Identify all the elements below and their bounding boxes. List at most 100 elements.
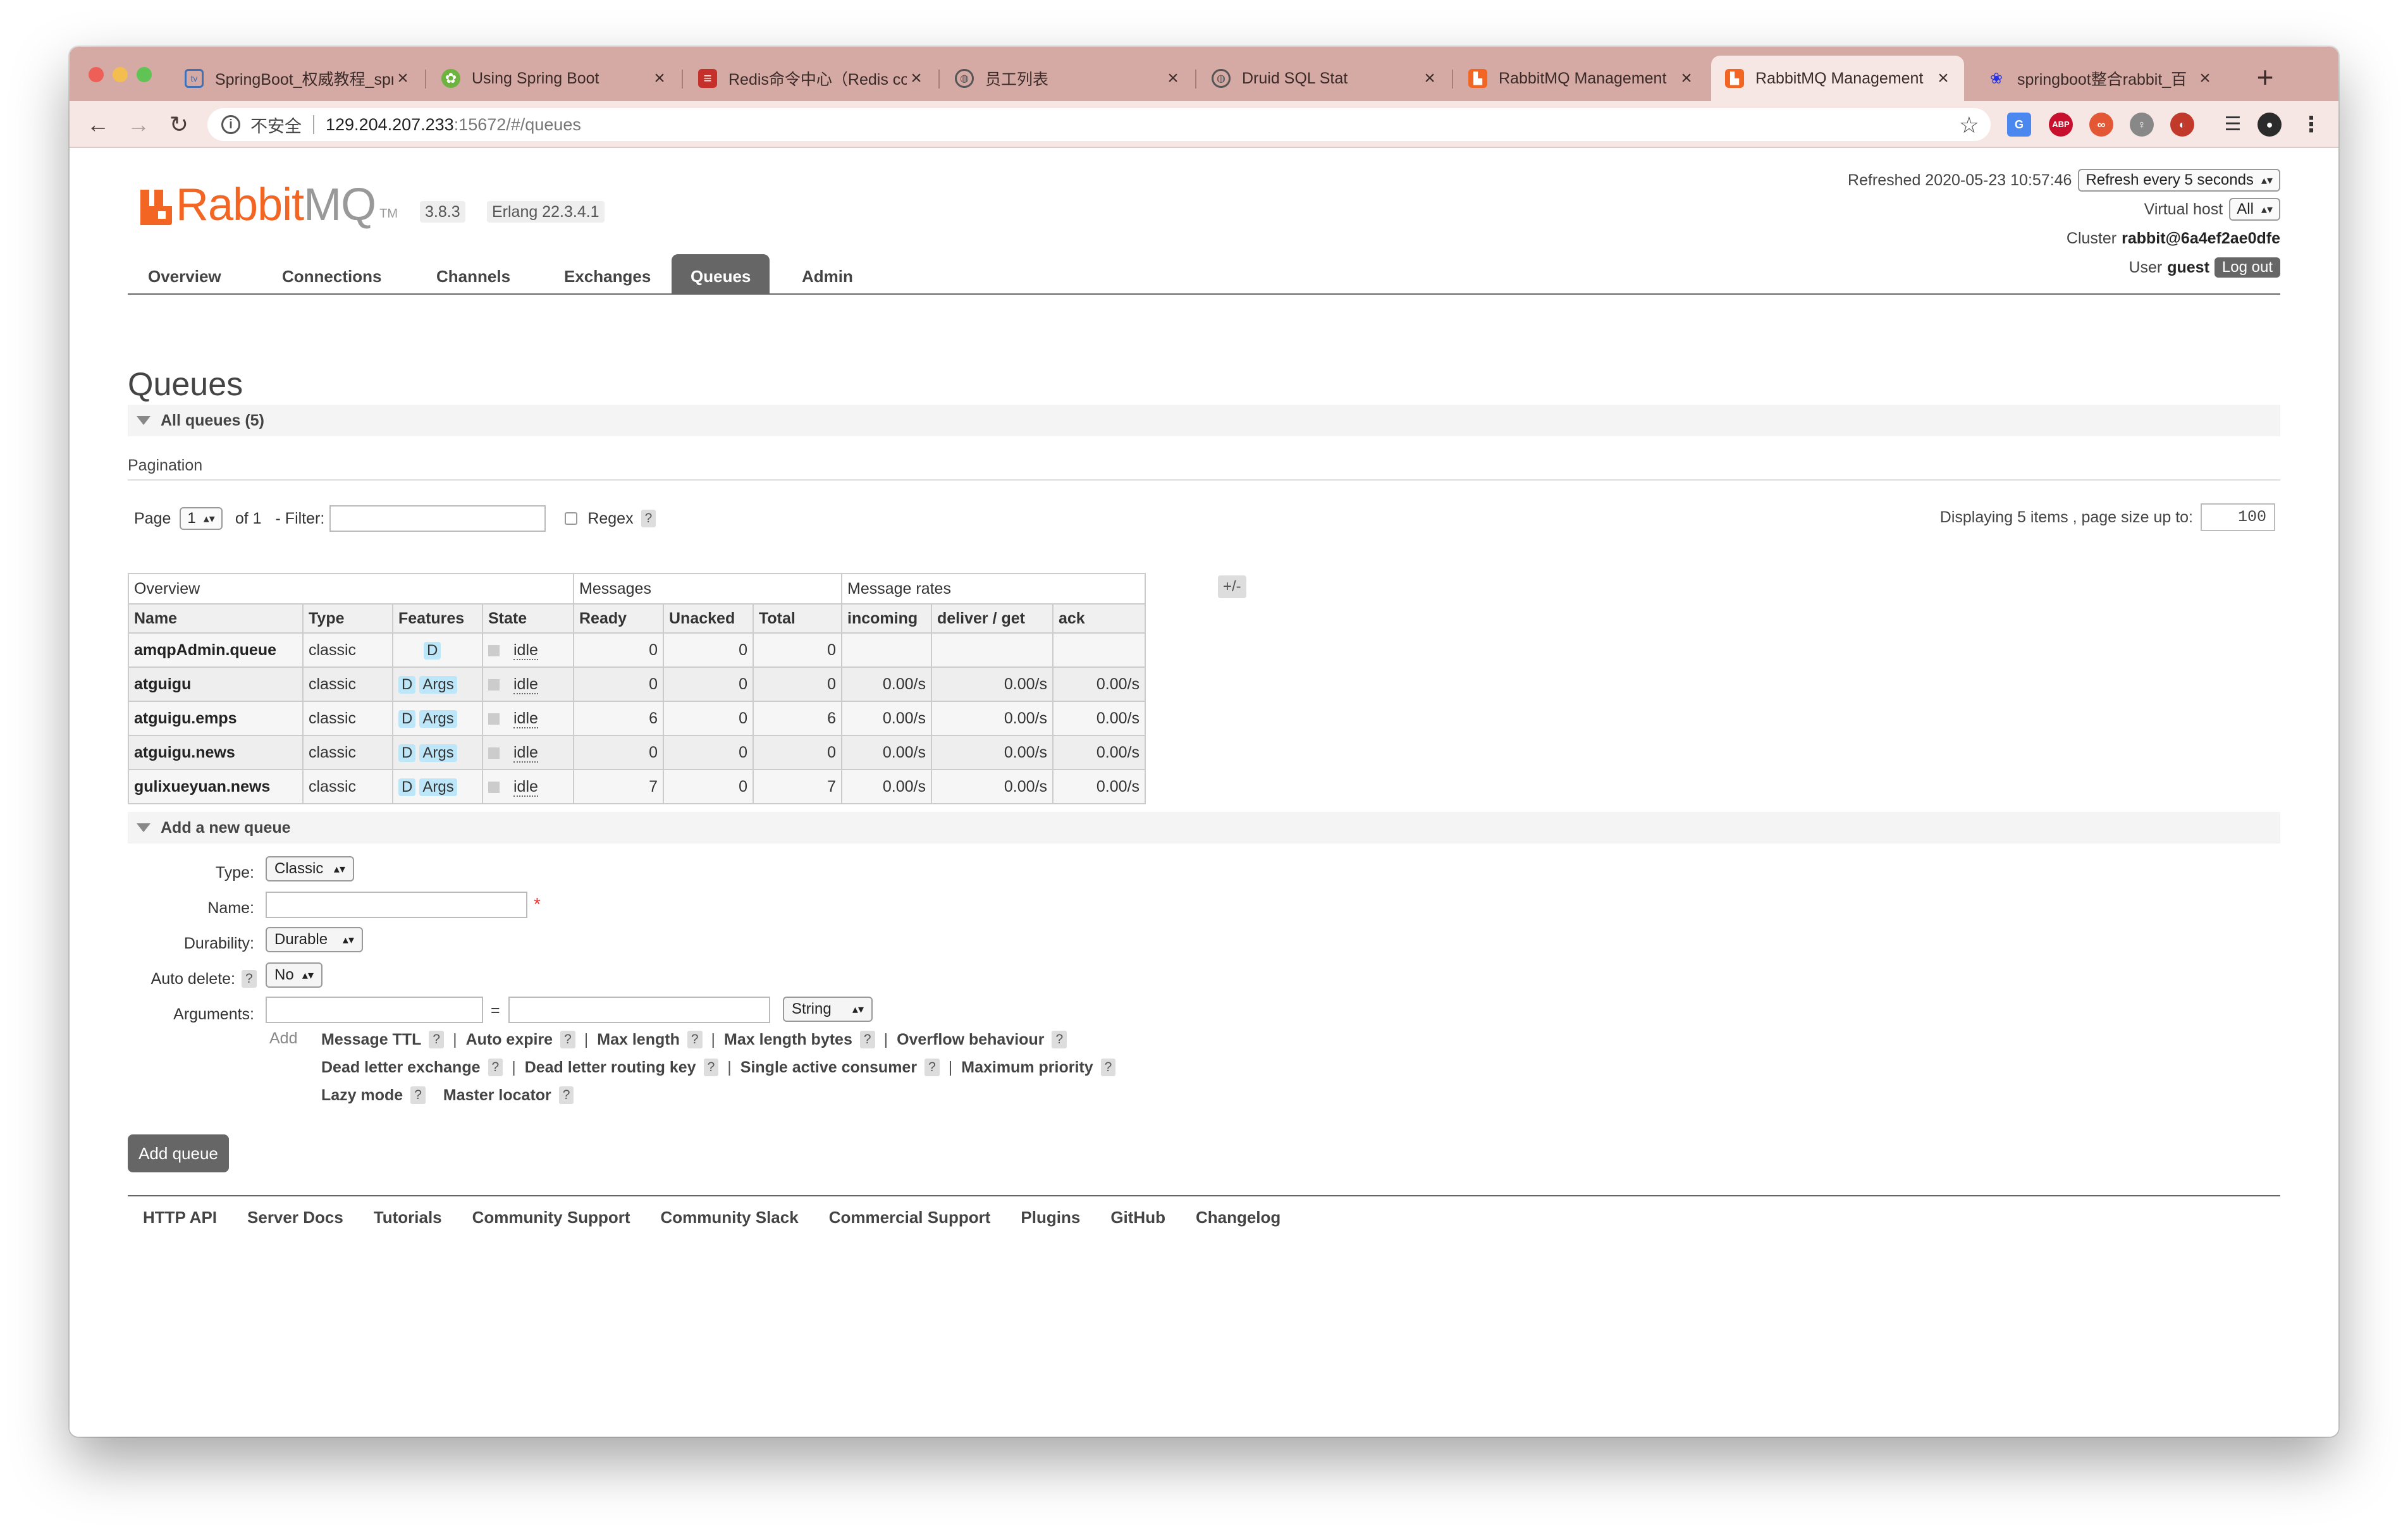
queue-name[interactable]: gulixueyuan.news xyxy=(128,769,304,804)
close-tab-icon[interactable]: × xyxy=(907,68,926,89)
close-tab-icon[interactable]: × xyxy=(2196,68,2214,89)
extension-icon[interactable]: ♀ xyxy=(2130,113,2154,137)
argument-shortcut-link[interactable]: Auto expire xyxy=(466,1031,553,1049)
column-header[interactable]: Name xyxy=(128,603,304,634)
browser-tab[interactable]: ≡ Redis命令中心（Redis co × xyxy=(684,56,937,101)
browser-tab[interactable]: tv SpringBoot_权威教程_spr × xyxy=(171,56,424,101)
menu-icon[interactable]: ⋮ xyxy=(2299,113,2323,137)
browser-tab[interactable]: ◍ 员工列表 × xyxy=(941,56,1194,101)
browser-tab-active[interactable]: ▙ RabbitMQ Management × xyxy=(1711,56,1964,101)
argument-shortcut-link[interactable]: Maximum priority xyxy=(961,1059,1093,1077)
argument-shortcut-link[interactable]: Dead letter exchange xyxy=(321,1059,481,1077)
adblock-extension-icon[interactable]: ABP xyxy=(2049,113,2073,137)
table-row[interactable]: atguigu.emps classic D Args idle 6 0 6 0.00/s 0.0… xyxy=(128,701,1146,736)
forward-arrow-icon[interactable]: → xyxy=(123,109,154,140)
argument-shortcut-link[interactable]: Single active consumer xyxy=(740,1059,917,1077)
help-icon[interactable]: ? xyxy=(429,1031,445,1048)
tab-exchanges[interactable]: Exchanges xyxy=(545,254,670,293)
argument-shortcut-link[interactable]: Lazy mode xyxy=(321,1086,403,1105)
back-arrow-icon[interactable]: ← xyxy=(82,109,114,140)
queue-name[interactable]: atguigu.news xyxy=(128,735,304,770)
browser-tab[interactable]: ▙ RabbitMQ Management × xyxy=(1454,56,1707,101)
footer-link[interactable]: HTTP API xyxy=(143,1208,217,1227)
argument-shortcut-link[interactable]: Message TTL xyxy=(321,1031,421,1049)
address-bar[interactable]: i 不安全 129.204.207.233 :15672/#/queues ☆ xyxy=(207,108,1991,141)
args-badge[interactable]: Args xyxy=(419,744,457,762)
help-icon[interactable]: ? xyxy=(410,1086,426,1104)
minimize-window-button[interactable] xyxy=(113,67,128,82)
footer-link[interactable]: GitHub xyxy=(1110,1208,1165,1227)
column-header[interactable]: Total xyxy=(752,603,842,634)
page-select[interactable]: 1 ▴▾ xyxy=(180,507,223,530)
column-header[interactable]: deliver / get xyxy=(931,603,1054,634)
help-icon[interactable]: ? xyxy=(687,1031,703,1048)
profile-avatar[interactable]: ● xyxy=(2258,113,2282,137)
column-header[interactable]: incoming xyxy=(841,603,932,634)
args-badge[interactable]: Args xyxy=(419,778,457,796)
argument-shortcut-link[interactable]: Overflow behaviour xyxy=(897,1031,1044,1049)
footer-link[interactable]: Server Docs xyxy=(247,1208,343,1227)
add-queue-button[interactable]: Add queue xyxy=(128,1134,229,1172)
extension-icon[interactable]: ∞ xyxy=(2089,113,2113,137)
table-row[interactable]: atguigu classic D Args idle 0 0 0 0.00/s 0.00/s 0.… xyxy=(128,666,1146,702)
help-icon[interactable]: ? xyxy=(1052,1031,1067,1048)
column-header[interactable]: Unacked xyxy=(663,603,754,634)
maximize-window-button[interactable] xyxy=(137,67,152,82)
footer-link[interactable]: Tutorials xyxy=(374,1208,442,1227)
tab-overview[interactable]: Overview xyxy=(129,254,240,293)
page-size-input[interactable]: 100 xyxy=(2201,503,2275,531)
regex-help-icon[interactable]: ? xyxy=(641,510,656,527)
regex-checkbox[interactable] xyxy=(565,512,578,525)
footer-link[interactable]: Commercial Support xyxy=(829,1208,991,1227)
columns-toggle-button[interactable]: +/- xyxy=(1218,575,1246,598)
table-row[interactable]: atguigu.news classic D Args idle 0 0 0 0.00/s 0.0… xyxy=(128,735,1146,770)
help-icon[interactable]: ? xyxy=(924,1059,940,1076)
help-icon[interactable]: ? xyxy=(560,1031,575,1048)
column-header[interactable]: State xyxy=(482,603,574,634)
tab-admin[interactable]: Admin xyxy=(783,254,872,293)
close-tab-icon[interactable]: × xyxy=(393,68,412,89)
queue-name[interactable]: amqpAdmin.queue xyxy=(128,632,304,668)
reload-icon[interactable]: ↻ xyxy=(163,109,195,140)
footer-link[interactable]: Community Slack xyxy=(661,1208,799,1227)
argument-shortcut-link[interactable]: Dead letter routing key xyxy=(525,1059,696,1077)
close-tab-icon[interactable]: × xyxy=(650,68,669,89)
argument-value-input[interactable] xyxy=(508,997,770,1023)
argument-shortcut-link[interactable]: Master locator xyxy=(443,1086,551,1105)
type-select[interactable]: Classic ▴▾ xyxy=(266,856,354,881)
browser-tab[interactable]: ◍ Druid SQL Stat × xyxy=(1198,56,1451,101)
footer-link[interactable]: Community Support xyxy=(472,1208,630,1227)
column-header[interactable]: Type xyxy=(302,603,393,634)
extension-icon[interactable]: ◐ xyxy=(2170,113,2194,137)
footer-link[interactable]: Changelog xyxy=(1196,1208,1281,1227)
tab-queues[interactable]: Queues xyxy=(672,254,770,293)
reading-list-icon[interactable]: ☰ xyxy=(2221,113,2245,137)
footer-link[interactable]: Plugins xyxy=(1021,1208,1080,1227)
add-queue-toggle[interactable]: Add a new queue xyxy=(128,812,2280,844)
browser-tab[interactable]: ❀ springboot整合rabbit_百 × xyxy=(1973,56,2226,101)
translate-extension-icon[interactable]: G xyxy=(2007,113,2031,137)
help-icon[interactable]: ? xyxy=(488,1059,503,1076)
close-tab-icon[interactable]: × xyxy=(1934,68,1953,89)
queue-name[interactable]: atguigu.emps xyxy=(128,701,304,736)
durability-select[interactable]: Durable ▴▾ xyxy=(266,927,363,952)
argument-type-select[interactable]: String ▴▾ xyxy=(783,997,873,1022)
auto-delete-select[interactable]: No ▴▾ xyxy=(266,962,322,988)
filter-input[interactable] xyxy=(329,505,546,532)
new-tab-button[interactable]: + xyxy=(2246,58,2284,96)
auto-delete-help-icon[interactable]: ? xyxy=(242,970,257,988)
argument-key-input[interactable] xyxy=(266,997,483,1023)
args-badge[interactable]: Args xyxy=(419,709,457,728)
args-badge[interactable]: Args xyxy=(419,675,457,694)
column-header[interactable]: Ready xyxy=(573,603,664,634)
argument-shortcut-link[interactable]: Max length bytes xyxy=(724,1031,852,1049)
tab-connections[interactable]: Connections xyxy=(263,254,400,293)
bookmark-star-icon[interactable]: ☆ xyxy=(1959,112,1979,138)
tab-channels[interactable]: Channels xyxy=(417,254,529,293)
browser-tab[interactable]: ✿ Using Spring Boot × xyxy=(427,56,680,101)
help-icon[interactable]: ? xyxy=(703,1059,719,1076)
close-window-button[interactable] xyxy=(89,67,104,82)
table-row[interactable]: amqpAdmin.queue classic Didle 0 0 0 xyxy=(128,632,1146,668)
help-icon[interactable]: ? xyxy=(558,1086,574,1104)
argument-shortcut-link[interactable]: Max length xyxy=(597,1031,680,1049)
